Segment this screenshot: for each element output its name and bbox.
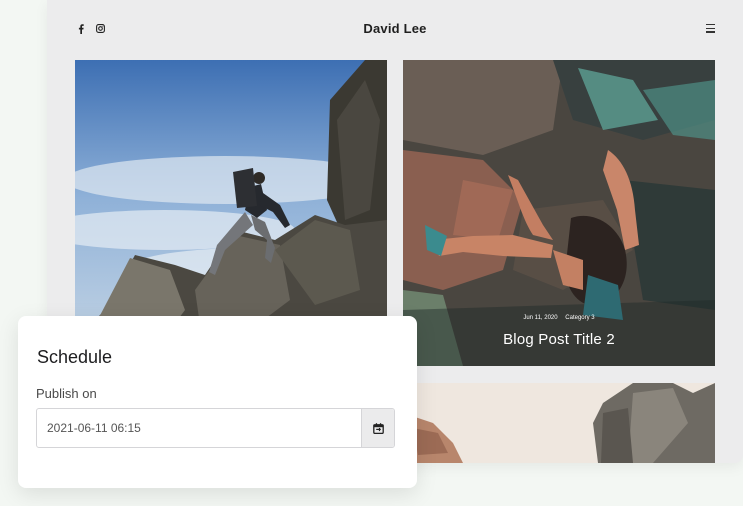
post-meta: Jun 11, 2020 Category 3 [403, 315, 715, 321]
publish-on-label: Publish on [36, 386, 97, 401]
rocks-image [403, 383, 715, 463]
post-title[interactable]: Blog Post Title 2 [403, 331, 715, 348]
site-header: David Lee [47, 0, 743, 58]
schedule-panel: Schedule Publish on [18, 316, 417, 488]
site-title[interactable]: David Lee [47, 21, 743, 36]
post-category[interactable]: Category 3 [565, 315, 594, 321]
publish-date-input[interactable] [37, 409, 361, 447]
panel-title: Schedule [37, 347, 113, 367]
calendar-icon [372, 422, 384, 434]
blog-post-card[interactable]: Jun 11, 2020 Category 3 Blog Post Title … [403, 60, 715, 366]
publish-date-field [36, 408, 395, 448]
blog-post-card[interactable] [403, 383, 715, 463]
hamburger-menu-icon[interactable] [706, 24, 715, 33]
post-date: Jun 11, 2020 [523, 315, 558, 321]
calendar-button[interactable] [361, 409, 394, 447]
